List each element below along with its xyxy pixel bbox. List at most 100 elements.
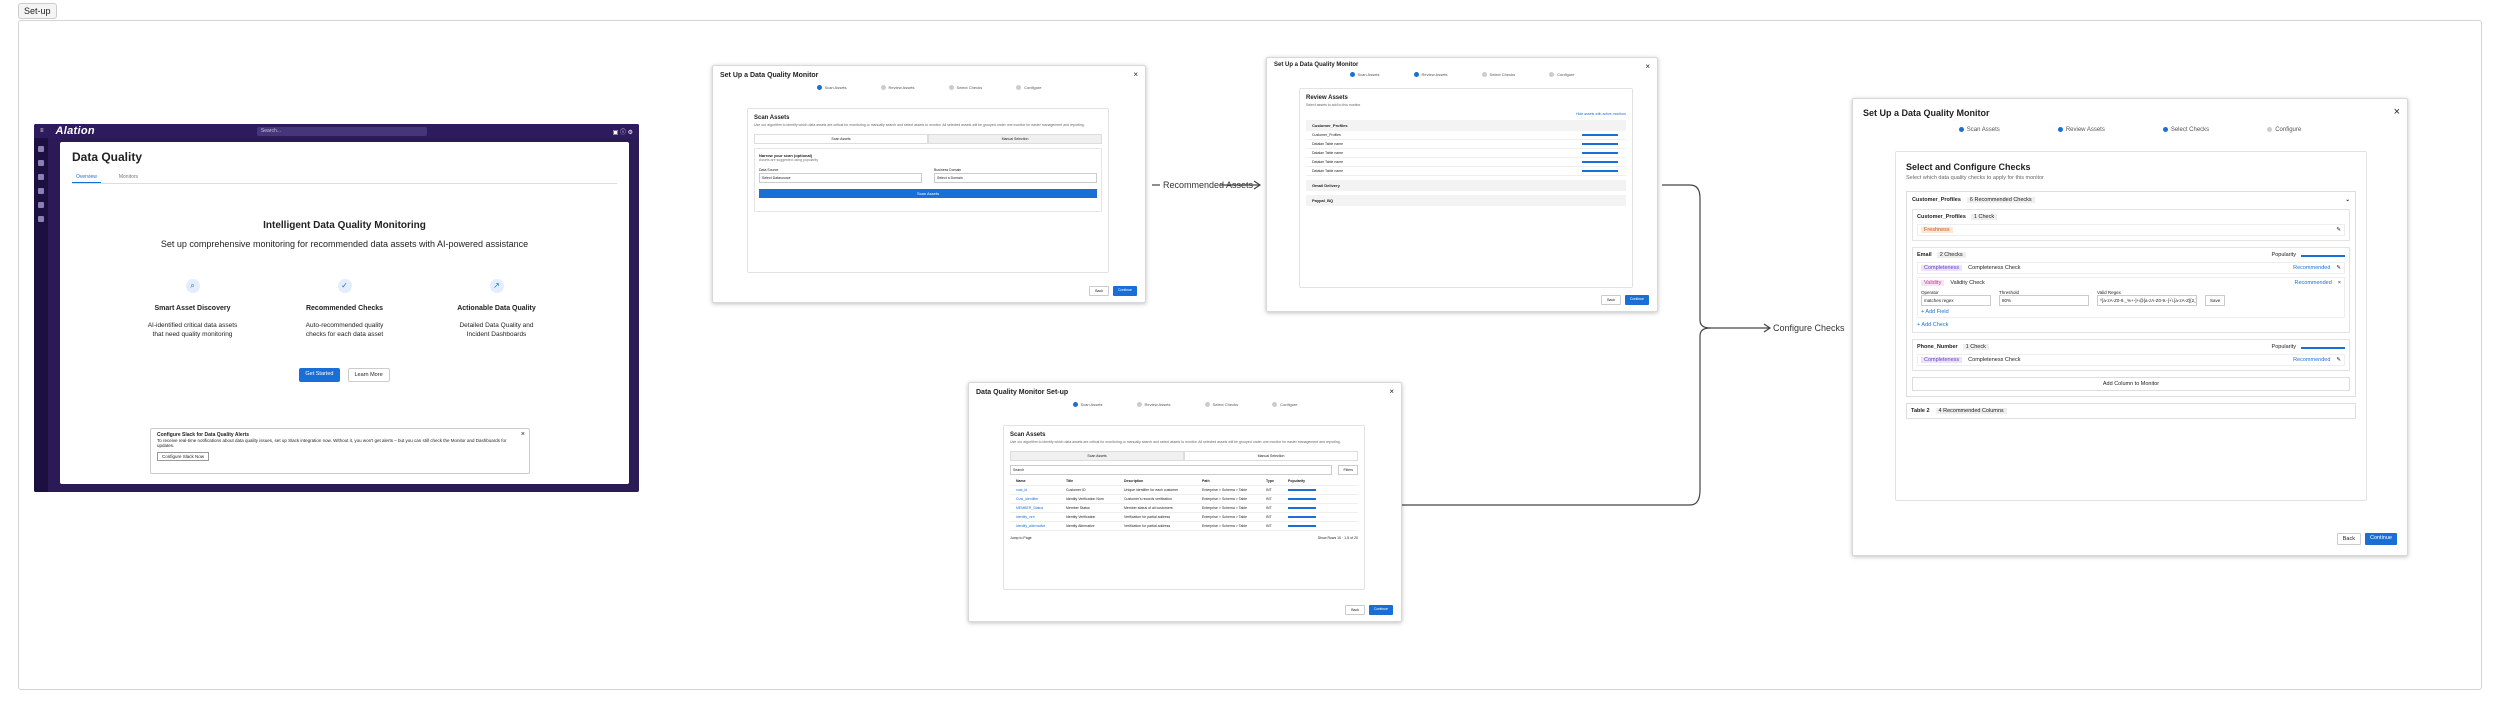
scan-assets-button[interactable]: Scan Assets — [759, 188, 1097, 198]
add-column-button[interactable]: Add Column to Monitor — [1912, 377, 2350, 391]
step: Scan Assets — [1959, 127, 2000, 133]
group-header[interactable]: Gmail Delivery — [1306, 179, 1626, 191]
slack-alert: × Configure Slack for Data Quality Alert… — [150, 428, 530, 474]
table-header: Name Title Description Path Type Popularity — [1010, 477, 1358, 486]
group-badge: 6 Recommended Checks — [1966, 197, 2035, 203]
regex-input[interactable]: ^[a-zA-Z0-9._%+-]+@[a-zA-Z0-9.-]+\.[a-zA… — [2097, 295, 2197, 306]
global-search[interactable]: Search... — [256, 126, 427, 136]
table-row[interactable]: cust_id Customer ID Unique identifier for … — [1010, 486, 1358, 495]
group-name[interactable]: Customer_Profiles — [1912, 197, 1961, 203]
table-row[interactable]: identity_alternative Identity Alternative… — [1010, 522, 1358, 531]
operator-select[interactable]: matches regex — [1921, 295, 1991, 306]
continue-button[interactable]: Continue — [1368, 605, 1393, 615]
datasource-label: Data Source — [759, 167, 779, 172]
filters-button[interactable]: Filters — [1338, 464, 1358, 475]
continue-button[interactable]: Continue — [1112, 286, 1137, 296]
rail-icon[interactable] — [38, 188, 44, 194]
feature-title: Smart Asset Discovery — [154, 305, 231, 312]
edit-icon[interactable]: ✎ — [2336, 227, 2341, 233]
add-field-button[interactable]: + Add Field — [1921, 309, 2341, 315]
chevron-down-icon[interactable]: ⌄ — [2345, 197, 2350, 203]
search-input[interactable]: Search — [1010, 464, 1333, 475]
close-icon[interactable]: × — [1645, 62, 1650, 71]
list-item[interactable]: Datalan Table name — [1306, 140, 1626, 149]
group-header[interactable]: Customer_Profiles — [1306, 119, 1626, 131]
scan-panel: Scan Assets Use our algorithm to identif… — [747, 108, 1109, 273]
feature-desc: AI-identified critical data assets that … — [147, 322, 238, 338]
domain-select[interactable]: Select a Domain — [934, 172, 1097, 183]
hero-subheading: Set up comprehensive monitoring for reco… — [160, 239, 529, 249]
rail-icon[interactable] — [38, 174, 44, 180]
close-icon[interactable]: × — [2394, 106, 2400, 118]
scan-assets-tab[interactable]: Scan Assets — [754, 133, 928, 144]
step: Select Checks — [949, 85, 983, 90]
panel-heading: Scan Assets — [754, 115, 790, 121]
stepper: Scan Assets Review Assets Select Checks Con… — [713, 85, 1145, 90]
header-icons[interactable]: ▣ ⓘ ⚙ — [613, 127, 633, 136]
rail-icon[interactable] — [38, 216, 44, 222]
list-item[interactable]: Datalan Table name — [1306, 149, 1626, 158]
group-header[interactable]: Paypal_BQ — [1306, 194, 1626, 206]
review-panel: Review Assets Select assets to add to th… — [1299, 88, 1633, 288]
back-button[interactable]: Back — [1601, 295, 1621, 305]
cta-row: Get Started Learn More — [72, 367, 617, 382]
table-row[interactable]: Cust_identifier Identity Verification Num… — [1010, 495, 1358, 504]
asset-group: Customer_Profiles 6 Recommended Checks ⌄ C… — [1906, 191, 2356, 397]
hide-monitored-toggle[interactable]: Hide assets with active monitors — [1306, 112, 1626, 116]
back-button[interactable]: Back — [1345, 605, 1365, 615]
side-rail — [34, 138, 48, 492]
panel-desc: Use our algorithm to identify which data… — [754, 123, 1085, 127]
manual-panel: Scan Assets Use our algorithm to identif… — [1003, 425, 1365, 590]
validity-check-editor: Validity Validity Check Recommended × Opera… — [1917, 277, 2345, 318]
table-row[interactable]: MEMBER_Status Member Status Member status … — [1010, 504, 1358, 513]
add-check-button[interactable]: + Add Check — [1917, 322, 2345, 328]
step: Scan Assets — [817, 85, 847, 90]
save-button[interactable]: Save — [2205, 295, 2226, 306]
close-icon[interactable]: × — [1133, 70, 1138, 79]
edit-icon[interactable]: ✎ — [2336, 357, 2341, 363]
jump-to-page[interactable]: Jump to Page — [1010, 536, 1032, 540]
review-assets-modal: Set Up a Data Quality Monitor × Scan Ass… — [1266, 57, 1658, 312]
scan-assets-tab[interactable]: Scan Assets — [1010, 450, 1184, 461]
manual-selection-tab[interactable]: Manual Selection — [928, 133, 1102, 144]
continue-button[interactable]: Continue — [2364, 533, 2397, 545]
top-bar: ≡ Alation Search... ▣ ⓘ ⚙ — [34, 124, 639, 138]
learn-more-button[interactable]: Learn More — [347, 367, 390, 382]
close-icon[interactable]: × — [2338, 280, 2341, 286]
configure-slack-button[interactable]: Configure Slack Now — [157, 452, 210, 461]
continue-button[interactable]: Continue — [1624, 295, 1649, 305]
asset-group[interactable]: Table 24 Recommended Columns — [1906, 403, 2356, 419]
back-button[interactable]: Back — [2336, 533, 2361, 545]
hero-heading: Intelligent Data Quality Monitoring — [263, 220, 426, 231]
rail-icon[interactable] — [38, 146, 44, 152]
rail-icon[interactable] — [38, 160, 44, 166]
manual-selection-tab[interactable]: Manual Selection — [1184, 450, 1358, 461]
mode-toggle: Scan Assets Manual Selection — [1010, 450, 1358, 461]
column-card: Phone_Number 1 Check Popularity Completene… — [1912, 339, 2350, 371]
feature-card: ✓ Recommended Checks Auto-recommended qual… — [300, 279, 390, 340]
get-started-button[interactable]: Get Started — [299, 367, 340, 382]
threshold-select[interactable]: 80% — [1999, 295, 2089, 306]
narrow-sub: Assets are suggested using popularity — [759, 157, 819, 162]
tab-bar: Overview Monitors — [72, 172, 617, 184]
feature-card: ↗ Actionable Data Quality Detailed Data Qu… — [452, 279, 542, 340]
table-row[interactable]: identity_veri Identity Verification Verifi… — [1010, 513, 1358, 522]
back-button[interactable]: Back — [1089, 286, 1109, 296]
step: Select Checks — [2163, 127, 2209, 133]
close-icon[interactable]: × — [521, 431, 525, 438]
list-item[interactable]: Datalan Table name — [1306, 167, 1626, 176]
tab-monitors[interactable]: Monitors — [115, 172, 142, 183]
rail-icon[interactable] — [38, 202, 44, 208]
tab-overview[interactable]: Overview — [72, 172, 101, 183]
datasource-select[interactable]: Select Datasource — [759, 172, 922, 183]
close-icon[interactable]: × — [1389, 387, 1394, 396]
modal-title: Data Quality Monitor Set-up — [976, 389, 1069, 396]
list-item[interactable]: Datalan Table name — [1306, 158, 1626, 167]
list-item[interactable]: Customer_Profiles — [1306, 131, 1626, 140]
select-checks-modal: Set Up a Data Quality Monitor × Scan Ass… — [1852, 98, 2408, 556]
edit-icon[interactable]: ✎ — [2336, 265, 2341, 271]
step: Select Checks — [1205, 402, 1239, 407]
menu-icon[interactable]: ≡ — [40, 128, 44, 134]
checks-panel: Select and Configure Checks Select which… — [1895, 151, 2367, 501]
pagination[interactable]: Show Rows 10 · 1-5 of 20 — [1318, 536, 1358, 540]
